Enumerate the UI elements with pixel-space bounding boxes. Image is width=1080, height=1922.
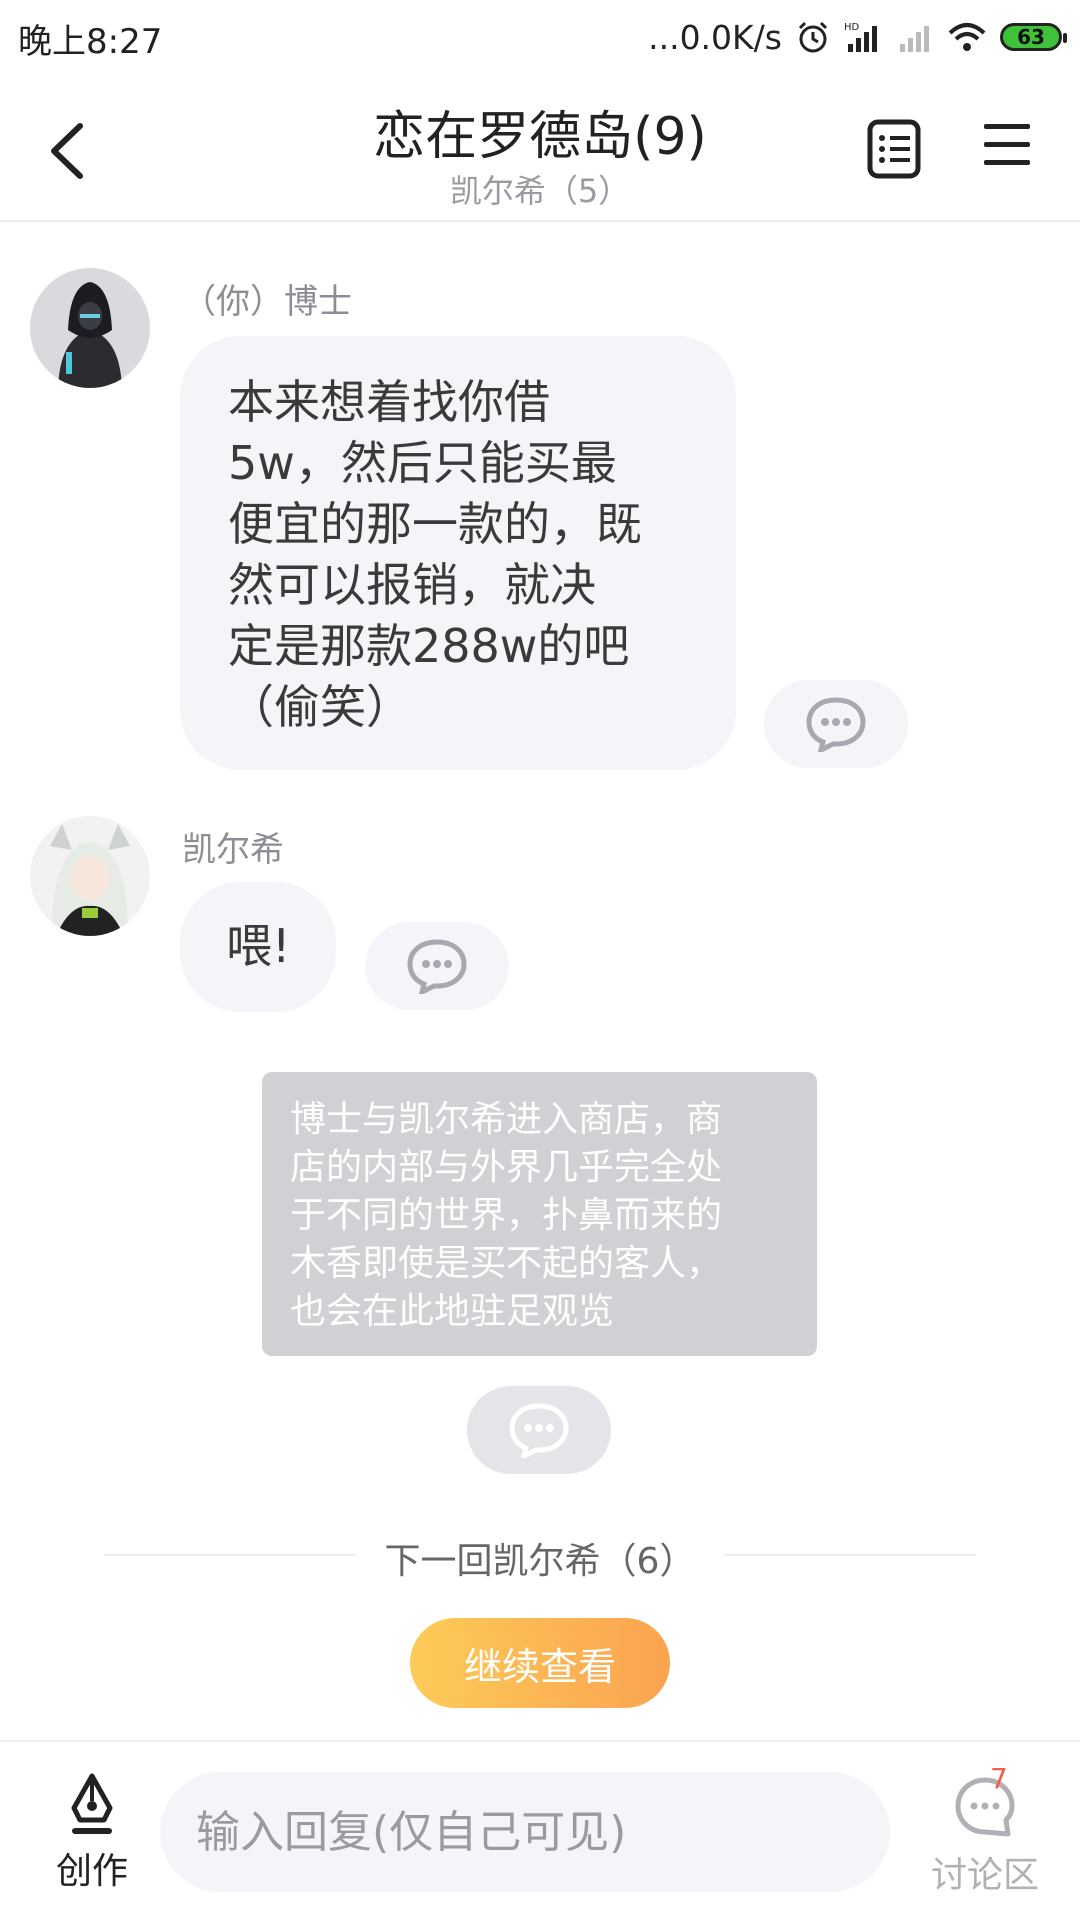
comment-bubble-icon: [407, 939, 467, 994]
sender-name: （你）博士: [182, 282, 352, 322]
narration-line: 博士与凯尔希进入商店，商: [290, 1099, 723, 1140]
alarm-icon: [798, 21, 828, 53]
kaltsit-avatar-image: [30, 816, 150, 936]
narration-line: 于不同的世界，扑鼻而来的: [290, 1195, 723, 1236]
narration-line: 店的内部与外界几乎完全处: [290, 1147, 723, 1188]
svg-text:HD: HD: [844, 22, 860, 33]
chat-header: 恋在罗德岛(9) 凯尔希（5）: [0, 76, 1080, 222]
pen-icon[interactable]: [62, 1772, 122, 1838]
comment-bubble-icon: [509, 1403, 569, 1458]
wifi-icon: [948, 23, 986, 51]
discussion-count-badge: 7: [990, 1762, 1008, 1795]
sender-name: 凯尔希: [182, 830, 284, 870]
discussion-icon[interactable]: [950, 1772, 1020, 1842]
create-label[interactable]: 创作: [40, 1842, 144, 1894]
battery-level: 63: [1017, 25, 1045, 49]
message-line: 喂!: [226, 919, 291, 973]
comment-button[interactable]: [467, 1386, 611, 1474]
doctor-avatar-image: [30, 268, 150, 388]
message-line: （偷笑）: [228, 680, 412, 734]
reply-input[interactable]: [160, 1772, 890, 1892]
message-line: 便宜的那一款的，既: [228, 497, 642, 551]
avatar-kaltsit[interactable]: [30, 816, 150, 936]
status-bar: 晚上8:27 ...0.0K/s HD 63: [0, 0, 1080, 76]
status-indicators: ...0.0K/s HD 63: [648, 14, 1067, 60]
message-line: 定是那款288w的吧: [228, 619, 630, 673]
chapter-list-icon[interactable]: [866, 118, 922, 180]
menu-icon[interactable]: [982, 120, 1032, 170]
message-bubble: 本来想着找你借 5w，然后只能买最 便宜的那一款的，既 然可以报销，就决 定是那…: [180, 336, 736, 770]
comment-button[interactable]: [764, 680, 908, 768]
network-speed: ...0.0K/s: [648, 17, 782, 57]
avatar-doctor[interactable]: [30, 268, 150, 388]
narration-line: 也会在此地驻足观览: [290, 1291, 615, 1332]
message-line: 然可以报销，就决: [228, 558, 596, 612]
signal-icon: HD: [844, 22, 877, 52]
bottom-bar: 创作 7 讨论区: [0, 1740, 1080, 1922]
discussion-label[interactable]: 讨论区: [920, 1846, 1050, 1898]
narration-line: 木香即使是买不起的客人，: [290, 1243, 723, 1284]
next-chapter-label: 下一回凯尔希（6）: [384, 1541, 696, 1582]
message-bubble: 喂!: [180, 882, 336, 1012]
comment-button[interactable]: [365, 922, 509, 1010]
status-time: 晚上8:27: [18, 22, 163, 62]
signal-weak-icon: [900, 26, 929, 52]
continue-button[interactable]: 继续查看: [410, 1618, 670, 1708]
comment-bubble-icon: [806, 697, 866, 752]
narration-box: 博士与凯尔希进入商店，商 店的内部与外界几乎完全处 于不同的世界，扑鼻而来的 木…: [262, 1072, 817, 1356]
battery-icon: 63: [1000, 23, 1067, 51]
message-line: 本来想着找你借: [228, 375, 550, 429]
message-line: 5w，然后只能买最: [228, 436, 617, 490]
divider: [724, 1554, 976, 1556]
divider: [104, 1554, 356, 1556]
